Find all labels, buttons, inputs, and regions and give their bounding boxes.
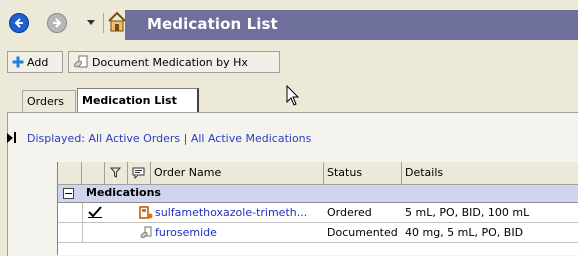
document-medication-button[interactable]: Document Medication by Hx xyxy=(68,51,280,73)
header-blank-column[interactable] xyxy=(58,162,82,184)
order-pending-icon xyxy=(139,206,153,219)
tab-medication-list[interactable]: Medication List xyxy=(77,88,199,112)
checkmark-icon xyxy=(88,206,102,218)
row-checkbox[interactable] xyxy=(85,203,105,222)
history-dropdown-icon[interactable] xyxy=(86,17,96,27)
filter-text[interactable]: Displayed: All Active Orders | All Activ… xyxy=(27,132,311,145)
group-title: Medications xyxy=(86,186,161,199)
top-navigation-bar: Medication List xyxy=(0,0,578,42)
header-status[interactable]: Status xyxy=(324,162,402,184)
order-status: Ordered xyxy=(327,206,372,219)
column-divider xyxy=(82,223,83,242)
expand-filter-icon[interactable] xyxy=(7,133,13,143)
home-icon[interactable] xyxy=(107,11,127,33)
arrow-right-icon xyxy=(53,18,62,28)
table-row[interactable]: furosemide Documented 40 mg, 5 mL, PO, B… xyxy=(58,223,578,243)
table-row[interactable]: sulfamethoxazole-trimeth... Ordered 5 mL… xyxy=(58,203,578,223)
action-toolbar: Add Document Medication by Hx xyxy=(0,42,578,82)
arrow-left-icon xyxy=(14,18,23,28)
header-filter-column[interactable] xyxy=(105,162,128,184)
document-medication-icon xyxy=(73,55,88,68)
add-button[interactable]: Add xyxy=(7,51,63,73)
plus-icon xyxy=(12,56,24,68)
header-details[interactable]: Details xyxy=(402,162,578,184)
order-name-link[interactable]: sulfamethoxazole-trimeth... xyxy=(152,203,324,222)
order-name-link[interactable]: furosemide xyxy=(152,223,324,242)
title-bar: Medication List xyxy=(125,10,578,40)
expand-filter-bar xyxy=(14,132,16,143)
order-details: 5 mL, PO, BID, 100 mL xyxy=(405,206,530,219)
medication-grid: Order Name Status Details Medications su… xyxy=(57,162,578,255)
order-status: Documented xyxy=(327,226,398,239)
group-row-medications[interactable]: Medications xyxy=(58,185,578,203)
funnel-icon xyxy=(109,167,122,178)
toolbar-separator xyxy=(103,13,104,33)
forward-button[interactable] xyxy=(47,13,67,33)
window-title: Medication List xyxy=(147,15,278,33)
column-divider xyxy=(82,203,83,222)
header-check-column[interactable] xyxy=(82,162,105,184)
header-comment-column[interactable] xyxy=(128,162,151,184)
document-medication-icon xyxy=(140,226,152,239)
collapse-group-icon[interactable] xyxy=(63,188,74,199)
add-button-label: Add xyxy=(27,55,49,69)
grid-header: Order Name Status Details xyxy=(58,162,578,185)
tab-orders[interactable]: Orders xyxy=(22,90,76,112)
document-medication-label: Document Medication by Hx xyxy=(92,55,248,69)
comment-icon xyxy=(132,167,145,180)
order-details: 40 mg, 5 mL, PO, BID xyxy=(405,226,524,239)
back-button[interactable] xyxy=(9,13,29,33)
header-order-name[interactable]: Order Name xyxy=(151,162,324,184)
mouse-pointer-icon xyxy=(286,85,300,106)
